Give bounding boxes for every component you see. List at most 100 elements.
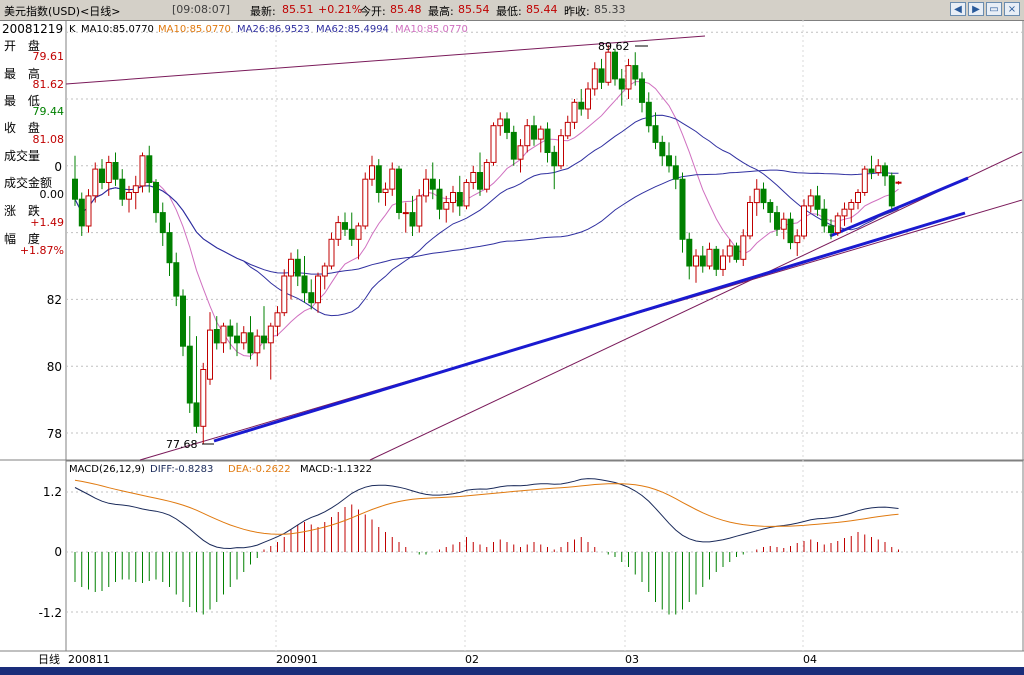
candle-body [355, 225, 362, 240]
candle-body [585, 88, 591, 110]
candle-body [254, 335, 261, 354]
candle-body [591, 68, 598, 90]
candle-body [598, 68, 605, 83]
candle-body [868, 168, 875, 173]
candle-body [342, 222, 348, 230]
candle-body [639, 78, 645, 103]
next-icon[interactable]: ▶ [968, 2, 984, 16]
candle-body [801, 205, 807, 237]
candle-body [834, 215, 841, 234]
x-tick-label: 200901 [276, 653, 318, 666]
candle-body [551, 151, 558, 167]
candle-body [308, 292, 315, 304]
candle-body [490, 125, 497, 163]
candle-body [369, 165, 375, 180]
candle-body [335, 222, 342, 240]
candle-body [423, 178, 429, 197]
x-tick-label: 02 [465, 653, 479, 666]
candle-body [517, 145, 524, 160]
candle-body [180, 295, 186, 347]
info-amount-value: 0.00 [39, 188, 65, 201]
macd-histogram [74, 504, 899, 615]
legend-k: K [69, 24, 76, 35]
candle-body [126, 192, 132, 200]
candle-body [348, 228, 355, 240]
candle-body [537, 128, 544, 140]
candle-body [558, 135, 564, 167]
candle-body [888, 175, 895, 207]
close-icon[interactable]: × [1004, 2, 1020, 16]
candle-body [740, 235, 747, 260]
candle-body [173, 262, 180, 297]
info-date: 20081219 [2, 22, 64, 36]
quote-time: [09:08:07] [172, 3, 230, 16]
candle-body [78, 198, 85, 227]
candle-body [605, 51, 612, 83]
candle-body [672, 165, 679, 180]
candle-body [875, 165, 882, 174]
candle-body [666, 155, 672, 167]
info-change-value: +1.49 [30, 216, 64, 229]
high-value: 85.54 [458, 3, 490, 16]
window-title: 美元指数(USD)<日线> [4, 5, 121, 18]
y-tick-label: 78 [47, 427, 62, 441]
candle-body [895, 181, 902, 184]
candle-body [146, 155, 153, 184]
candle-body [726, 245, 733, 257]
candle-body [213, 329, 220, 344]
candle-body [186, 345, 193, 404]
x-tick-label: 200811 [68, 653, 110, 666]
candle-body [396, 168, 402, 214]
candle-body [632, 65, 639, 80]
dea-line [74, 479, 899, 535]
candle-body [456, 192, 463, 207]
candle-body [240, 332, 247, 344]
info-high-value: 81.62 [32, 78, 65, 91]
candle-body [267, 325, 274, 344]
candle-body [794, 235, 801, 244]
x-axis-label: 日线 [38, 652, 60, 666]
candles [72, 44, 902, 444]
y-tick-label: 82 [47, 293, 62, 307]
candle-body [281, 275, 288, 314]
high-label: 最高: [428, 5, 454, 18]
macd-legend: MACD(26,12,9) DIFF:-0.8283 DEA:-0.2622 M… [69, 464, 372, 475]
x-axis: 日线 200811 200901 02 03 04 [38, 652, 817, 666]
candle-body [443, 202, 450, 210]
candle-body [686, 238, 693, 267]
candle-body [544, 128, 551, 153]
candle-body [855, 192, 861, 203]
candle-body [882, 165, 888, 177]
candle-body [720, 255, 726, 270]
candle-body [166, 232, 173, 264]
candle-body [99, 168, 105, 184]
price-chart[interactable]: 78 80 82 0 1.2 0 -1.2 K MA10:85.0770 MA1… [0, 20, 1024, 667]
candle-body [531, 125, 537, 140]
candle-body [362, 178, 369, 227]
candle-body [652, 125, 659, 143]
candle-body [807, 195, 814, 207]
prev-label: 昨收: [564, 5, 590, 18]
latest-label: 最新: [250, 5, 276, 18]
candle-body [713, 248, 720, 270]
open-label: 今开: [360, 5, 386, 18]
candle-body [119, 178, 126, 200]
latest-value: 85.51 [282, 3, 314, 16]
candle-body [477, 172, 483, 190]
candle-body [699, 255, 706, 267]
candle-body [450, 192, 456, 203]
change-value: +0.21% [318, 3, 363, 16]
candle-body [861, 168, 868, 194]
candle-body [247, 332, 254, 354]
prev-icon[interactable]: ◀ [950, 2, 966, 16]
candle-body [645, 101, 652, 127]
low-value: 85.44 [526, 3, 558, 16]
x-tick-label: 04 [803, 653, 817, 666]
candle-body [848, 202, 855, 210]
candle-body [153, 182, 159, 214]
macd-dea: DEA:-0.2622 [228, 464, 291, 475]
candle-body [207, 329, 213, 380]
x-tick-label: 03 [625, 653, 639, 666]
restore-icon[interactable]: ▭ [986, 2, 1002, 16]
candle-body [760, 188, 767, 204]
